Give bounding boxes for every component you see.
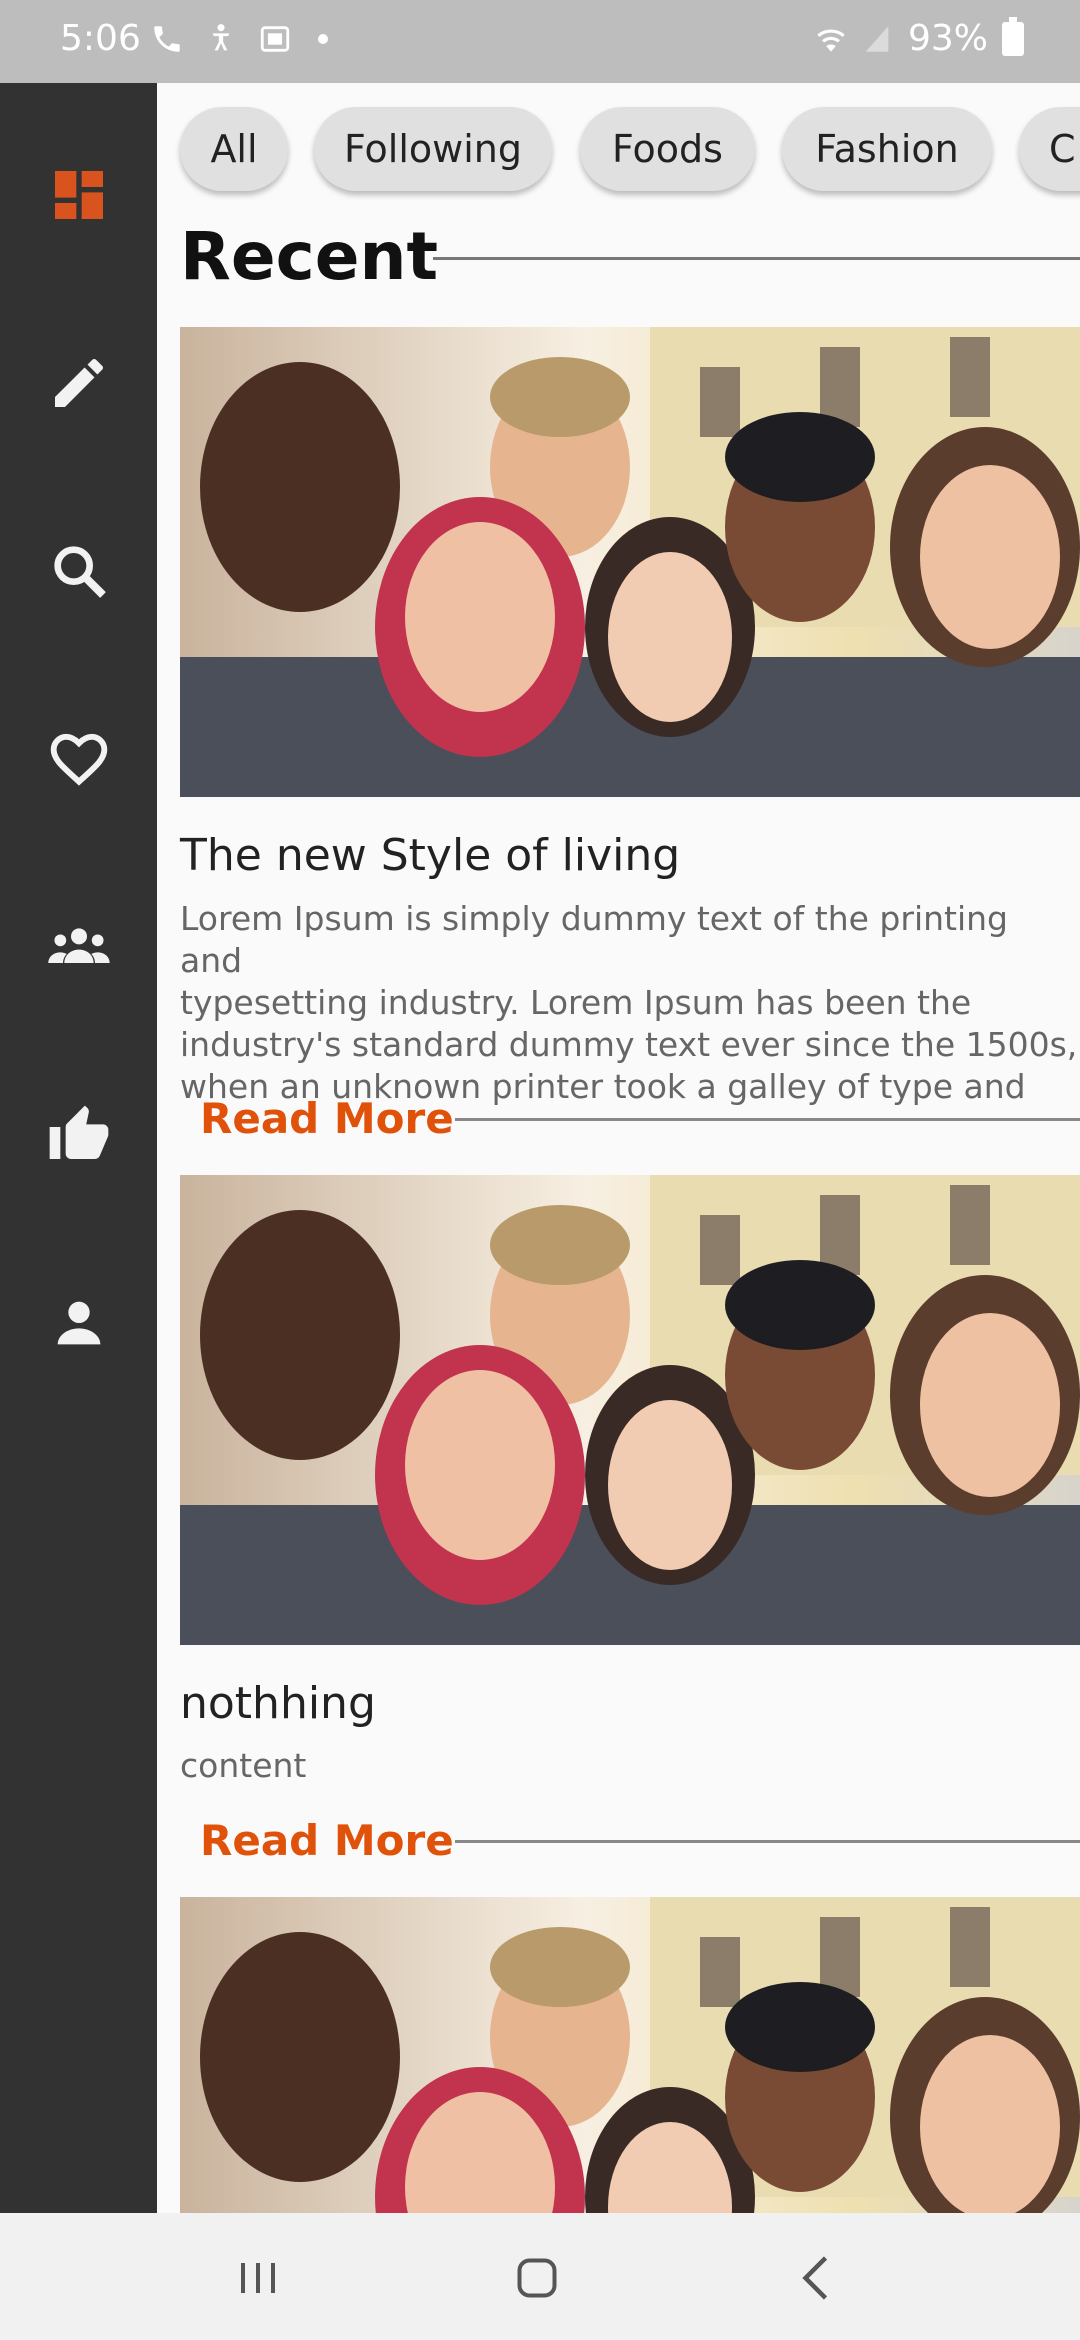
post-title[interactable]: The new Style of living [180,830,680,881]
chip-partial[interactable]: C [1019,107,1080,191]
group-icon [47,928,110,963]
read-more-divider [455,1840,1080,1843]
chip-all[interactable]: All [180,107,288,191]
section-title: Recent [180,218,439,295]
read-more-link[interactable]: Read More [200,1816,454,1865]
post-body: content [180,1745,1080,1787]
status-right: 93% [812,16,1024,59]
sidebar-item-likes[interactable] [0,1075,157,1195]
back-icon [802,2256,828,2300]
status-time: 5:06 [60,18,141,59]
notification-dot [318,34,328,44]
sidebar-item-profile[interactable] [0,1263,157,1383]
recents-button[interactable] [218,2243,298,2313]
group-selfie-photo [180,1175,1080,1645]
cast-icon [258,20,292,58]
accessibility-icon [204,20,238,58]
category-chips: All Following Foods Fashion C [157,83,1080,213]
recents-icon [241,2263,275,2293]
post-body-line: content [180,1746,307,1785]
thumb-up-icon [49,1105,108,1159]
sidebar-item-search[interactable] [0,511,157,631]
sidebar-item-favorites[interactable] [0,699,157,819]
chip-fashion[interactable]: Fashion [782,107,992,191]
battery-icon [1002,16,1024,56]
post-body-line: typesetting industry. Lorem Ipsum has be… [180,983,972,1022]
system-nav-bar [0,2213,1080,2340]
chip-foods[interactable]: Foods [580,107,755,191]
person-icon [57,1301,100,1345]
status-bar: 5:06 93% [0,0,1080,83]
section-divider [433,257,1080,260]
post-image[interactable] [180,327,1080,797]
post-image[interactable] [180,1175,1080,1645]
post-body: Lorem Ipsum is simply dummy text of the … [180,898,1080,1108]
post-body-line: industry's standard dummy text ever sinc… [180,1025,1078,1064]
back-button[interactable] [778,2243,858,2313]
sidebar-item-groups[interactable] [0,887,157,1007]
dashboard-icon [54,171,103,219]
heart-icon [50,733,107,786]
status-left-icons [150,20,328,58]
phone-icon [150,20,184,58]
home-button[interactable] [497,2243,577,2313]
group-selfie-photo [180,1897,1080,2213]
read-more-link[interactable]: Read More [200,1094,454,1143]
wifi-icon [812,20,846,58]
edit-icon [54,359,103,407]
post-title[interactable]: nothhing [180,1678,376,1729]
signal-icon [860,20,894,58]
post-image[interactable] [180,1897,1080,2213]
post-body-line: Lorem Ipsum is simply dummy text of the … [180,899,1008,980]
battery-percent: 93% [907,18,988,59]
chip-following[interactable]: Following [314,107,552,191]
sidebar-item-edit[interactable] [0,323,157,443]
read-more-divider [455,1118,1080,1121]
sidebar-item-dashboard[interactable] [0,135,157,255]
home-icon [517,2258,557,2298]
sidebar [0,83,157,2213]
search-icon [53,546,106,598]
group-selfie-photo [180,327,1080,797]
